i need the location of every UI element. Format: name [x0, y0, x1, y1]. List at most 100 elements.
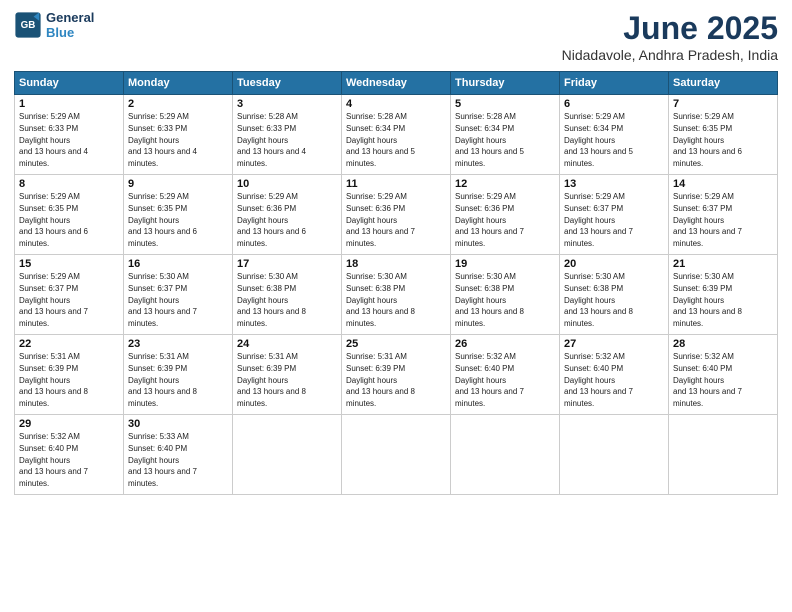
- cell-info: Sunrise: 5:32 AMSunset: 6:40 PMDaylight …: [455, 352, 524, 408]
- day-cell-9: 9 Sunrise: 5:29 AMSunset: 6:35 PMDaylight…: [124, 175, 233, 255]
- day-cell-6: 6Sunrise: 5:29 AMSunset: 6:34 PMDaylight…: [560, 95, 669, 175]
- day-cell-25: 25 Sunrise: 5:31 AMSunset: 6:39 PMDayligh…: [342, 335, 451, 415]
- cell-info: Sunrise: 5:28 AMSunset: 6:33 PMDaylight …: [237, 112, 306, 168]
- day-number: 14: [673, 178, 773, 190]
- day-number: 17: [237, 258, 337, 270]
- day-number: 16: [128, 258, 228, 270]
- day-number: 27: [564, 338, 664, 350]
- day-number: 25: [346, 338, 446, 350]
- day-number: 19: [455, 258, 555, 270]
- day-number: 5: [455, 98, 555, 110]
- week-row-3: 15 Sunrise: 5:29 AMSunset: 6:37 PMDayligh…: [15, 255, 778, 335]
- day-number: 12: [455, 178, 555, 190]
- day-number: 9: [128, 178, 228, 190]
- cell-info: Sunrise: 5:29 AMSunset: 6:36 PMDaylight …: [346, 192, 415, 248]
- day-number: 23: [128, 338, 228, 350]
- cell-info: Sunrise: 5:29 AMSunset: 6:33 PMDaylight …: [19, 112, 88, 168]
- empty-cell: [560, 415, 669, 495]
- day-cell-7: 7 Sunrise: 5:29 AMSunset: 6:35 PMDaylight…: [669, 95, 778, 175]
- cell-info: Sunrise: 5:29 AMSunset: 6:37 PMDaylight …: [564, 192, 633, 248]
- day-cell-26: 26Sunrise: 5:32 AMSunset: 6:40 PMDayligh…: [451, 335, 560, 415]
- day-number: 15: [19, 258, 119, 270]
- cell-info: Sunrise: 5:29 AMSunset: 6:36 PMDaylight …: [455, 192, 524, 248]
- day-cell-5: 5 Sunrise: 5:28 AMSunset: 6:34 PMDaylight…: [451, 95, 560, 175]
- day-cell-29: 29Sunrise: 5:32 AMSunset: 6:40 PMDayligh…: [15, 415, 124, 495]
- calendar-table: Sunday Monday Tuesday Wednesday Thursday…: [14, 71, 778, 495]
- cell-info: Sunrise: 5:29 AMSunset: 6:36 PMDaylight …: [237, 192, 306, 248]
- cell-info: Sunrise: 5:30 AMSunset: 6:38 PMDaylight …: [564, 272, 633, 328]
- day-cell-8: 8Sunrise: 5:29 AMSunset: 6:35 PMDaylight…: [15, 175, 124, 255]
- week-row-1: 1 Sunrise: 5:29 AMSunset: 6:33 PMDaylight…: [15, 95, 778, 175]
- empty-cell: [233, 415, 342, 495]
- cell-info: Sunrise: 5:29 AMSunset: 6:35 PMDaylight …: [128, 192, 197, 248]
- cell-info: Sunrise: 5:29 AMSunset: 6:35 PMDaylight …: [673, 112, 742, 168]
- day-cell-28: 28 Sunrise: 5:32 AMSunset: 6:40 PMDayligh…: [669, 335, 778, 415]
- cell-info: Sunrise: 5:32 AMSunset: 6:40 PMDaylight …: [564, 352, 633, 408]
- col-thursday: Thursday: [451, 72, 560, 95]
- day-cell-3: 3Sunrise: 5:28 AMSunset: 6:33 PMDaylight…: [233, 95, 342, 175]
- cell-info: Sunrise: 5:31 AMSunset: 6:39 PMDaylight …: [346, 352, 415, 408]
- day-number: 11: [346, 178, 446, 190]
- col-wednesday: Wednesday: [342, 72, 451, 95]
- cell-info: Sunrise: 5:28 AMSunset: 6:34 PMDaylight …: [455, 112, 524, 168]
- cell-info: Sunrise: 5:29 AMSunset: 6:33 PMDaylight …: [128, 112, 197, 168]
- empty-cell: [451, 415, 560, 495]
- logo-icon: GB: [14, 11, 42, 39]
- col-friday: Friday: [560, 72, 669, 95]
- header: GB General Blue June 2025 Nidadavole, An…: [14, 10, 778, 63]
- day-number: 1: [19, 98, 119, 110]
- day-number: 22: [19, 338, 119, 350]
- cell-info: Sunrise: 5:30 AMSunset: 6:38 PMDaylight …: [346, 272, 415, 328]
- day-number: 4: [346, 98, 446, 110]
- day-cell-10: 10Sunrise: 5:29 AMSunset: 6:36 PMDayligh…: [233, 175, 342, 255]
- col-monday: Monday: [124, 72, 233, 95]
- day-cell-16: 16 Sunrise: 5:30 AMSunset: 6:37 PMDayligh…: [124, 255, 233, 335]
- col-saturday: Saturday: [669, 72, 778, 95]
- cell-info: Sunrise: 5:29 AMSunset: 6:37 PMDaylight …: [673, 192, 742, 248]
- day-cell-23: 23 Sunrise: 5:31 AMSunset: 6:39 PMDayligh…: [124, 335, 233, 415]
- day-number: 7: [673, 98, 773, 110]
- day-cell-18: 18 Sunrise: 5:30 AMSunset: 6:38 PMDayligh…: [342, 255, 451, 335]
- day-number: 18: [346, 258, 446, 270]
- day-number: 24: [237, 338, 337, 350]
- cell-info: Sunrise: 5:29 AMSunset: 6:37 PMDaylight …: [19, 272, 88, 328]
- col-sunday: Sunday: [15, 72, 124, 95]
- day-cell-11: 11 Sunrise: 5:29 AMSunset: 6:36 PMDayligh…: [342, 175, 451, 255]
- svg-text:GB: GB: [21, 20, 36, 31]
- day-cell-1: 1 Sunrise: 5:29 AMSunset: 6:33 PMDaylight…: [15, 95, 124, 175]
- empty-cell: [342, 415, 451, 495]
- day-cell-20: 20 Sunrise: 5:30 AMSunset: 6:38 PMDayligh…: [560, 255, 669, 335]
- day-cell-27: 27 Sunrise: 5:32 AMSunset: 6:40 PMDayligh…: [560, 335, 669, 415]
- day-number: 20: [564, 258, 664, 270]
- cell-info: Sunrise: 5:30 AMSunset: 6:38 PMDaylight …: [455, 272, 524, 328]
- day-cell-19: 19 Sunrise: 5:30 AMSunset: 6:38 PMDayligh…: [451, 255, 560, 335]
- logo-line2: Blue: [46, 25, 94, 40]
- day-cell-15: 15 Sunrise: 5:29 AMSunset: 6:37 PMDayligh…: [15, 255, 124, 335]
- empty-cell: [669, 415, 778, 495]
- cell-info: Sunrise: 5:30 AMSunset: 6:39 PMDaylight …: [673, 272, 742, 328]
- day-cell-12: 12 Sunrise: 5:29 AMSunset: 6:36 PMDayligh…: [451, 175, 560, 255]
- day-number: 28: [673, 338, 773, 350]
- cell-info: Sunrise: 5:32 AMSunset: 6:40 PMDaylight …: [19, 432, 88, 488]
- month-title: June 2025: [562, 10, 778, 47]
- day-number: 8: [19, 178, 119, 190]
- day-cell-30: 30Sunrise: 5:33 AMSunset: 6:40 PMDayligh…: [124, 415, 233, 495]
- day-cell-17: 17 Sunrise: 5:30 AMSunset: 6:38 PMDayligh…: [233, 255, 342, 335]
- cell-info: Sunrise: 5:31 AMSunset: 6:39 PMDaylight …: [128, 352, 197, 408]
- day-number: 21: [673, 258, 773, 270]
- day-cell-22: 22 Sunrise: 5:31 AMSunset: 6:39 PMDayligh…: [15, 335, 124, 415]
- title-area: June 2025 Nidadavole, Andhra Pradesh, In…: [562, 10, 778, 63]
- cell-info: Sunrise: 5:31 AMSunset: 6:39 PMDaylight …: [19, 352, 88, 408]
- logo: GB General Blue: [14, 10, 94, 40]
- calendar-page: GB General Blue June 2025 Nidadavole, An…: [0, 0, 792, 612]
- cell-info: Sunrise: 5:33 AMSunset: 6:40 PMDaylight …: [128, 432, 197, 488]
- logo-text: General Blue: [46, 10, 94, 40]
- day-cell-4: 4Sunrise: 5:28 AMSunset: 6:34 PMDaylight…: [342, 95, 451, 175]
- week-row-5: 29Sunrise: 5:32 AMSunset: 6:40 PMDayligh…: [15, 415, 778, 495]
- cell-info: Sunrise: 5:30 AMSunset: 6:38 PMDaylight …: [237, 272, 306, 328]
- day-number: 13: [564, 178, 664, 190]
- logo-line1: General: [46, 10, 94, 25]
- cell-info: Sunrise: 5:32 AMSunset: 6:40 PMDaylight …: [673, 352, 742, 408]
- day-cell-2: 2Sunrise: 5:29 AMSunset: 6:33 PMDaylight…: [124, 95, 233, 175]
- cell-info: Sunrise: 5:30 AMSunset: 6:37 PMDaylight …: [128, 272, 197, 328]
